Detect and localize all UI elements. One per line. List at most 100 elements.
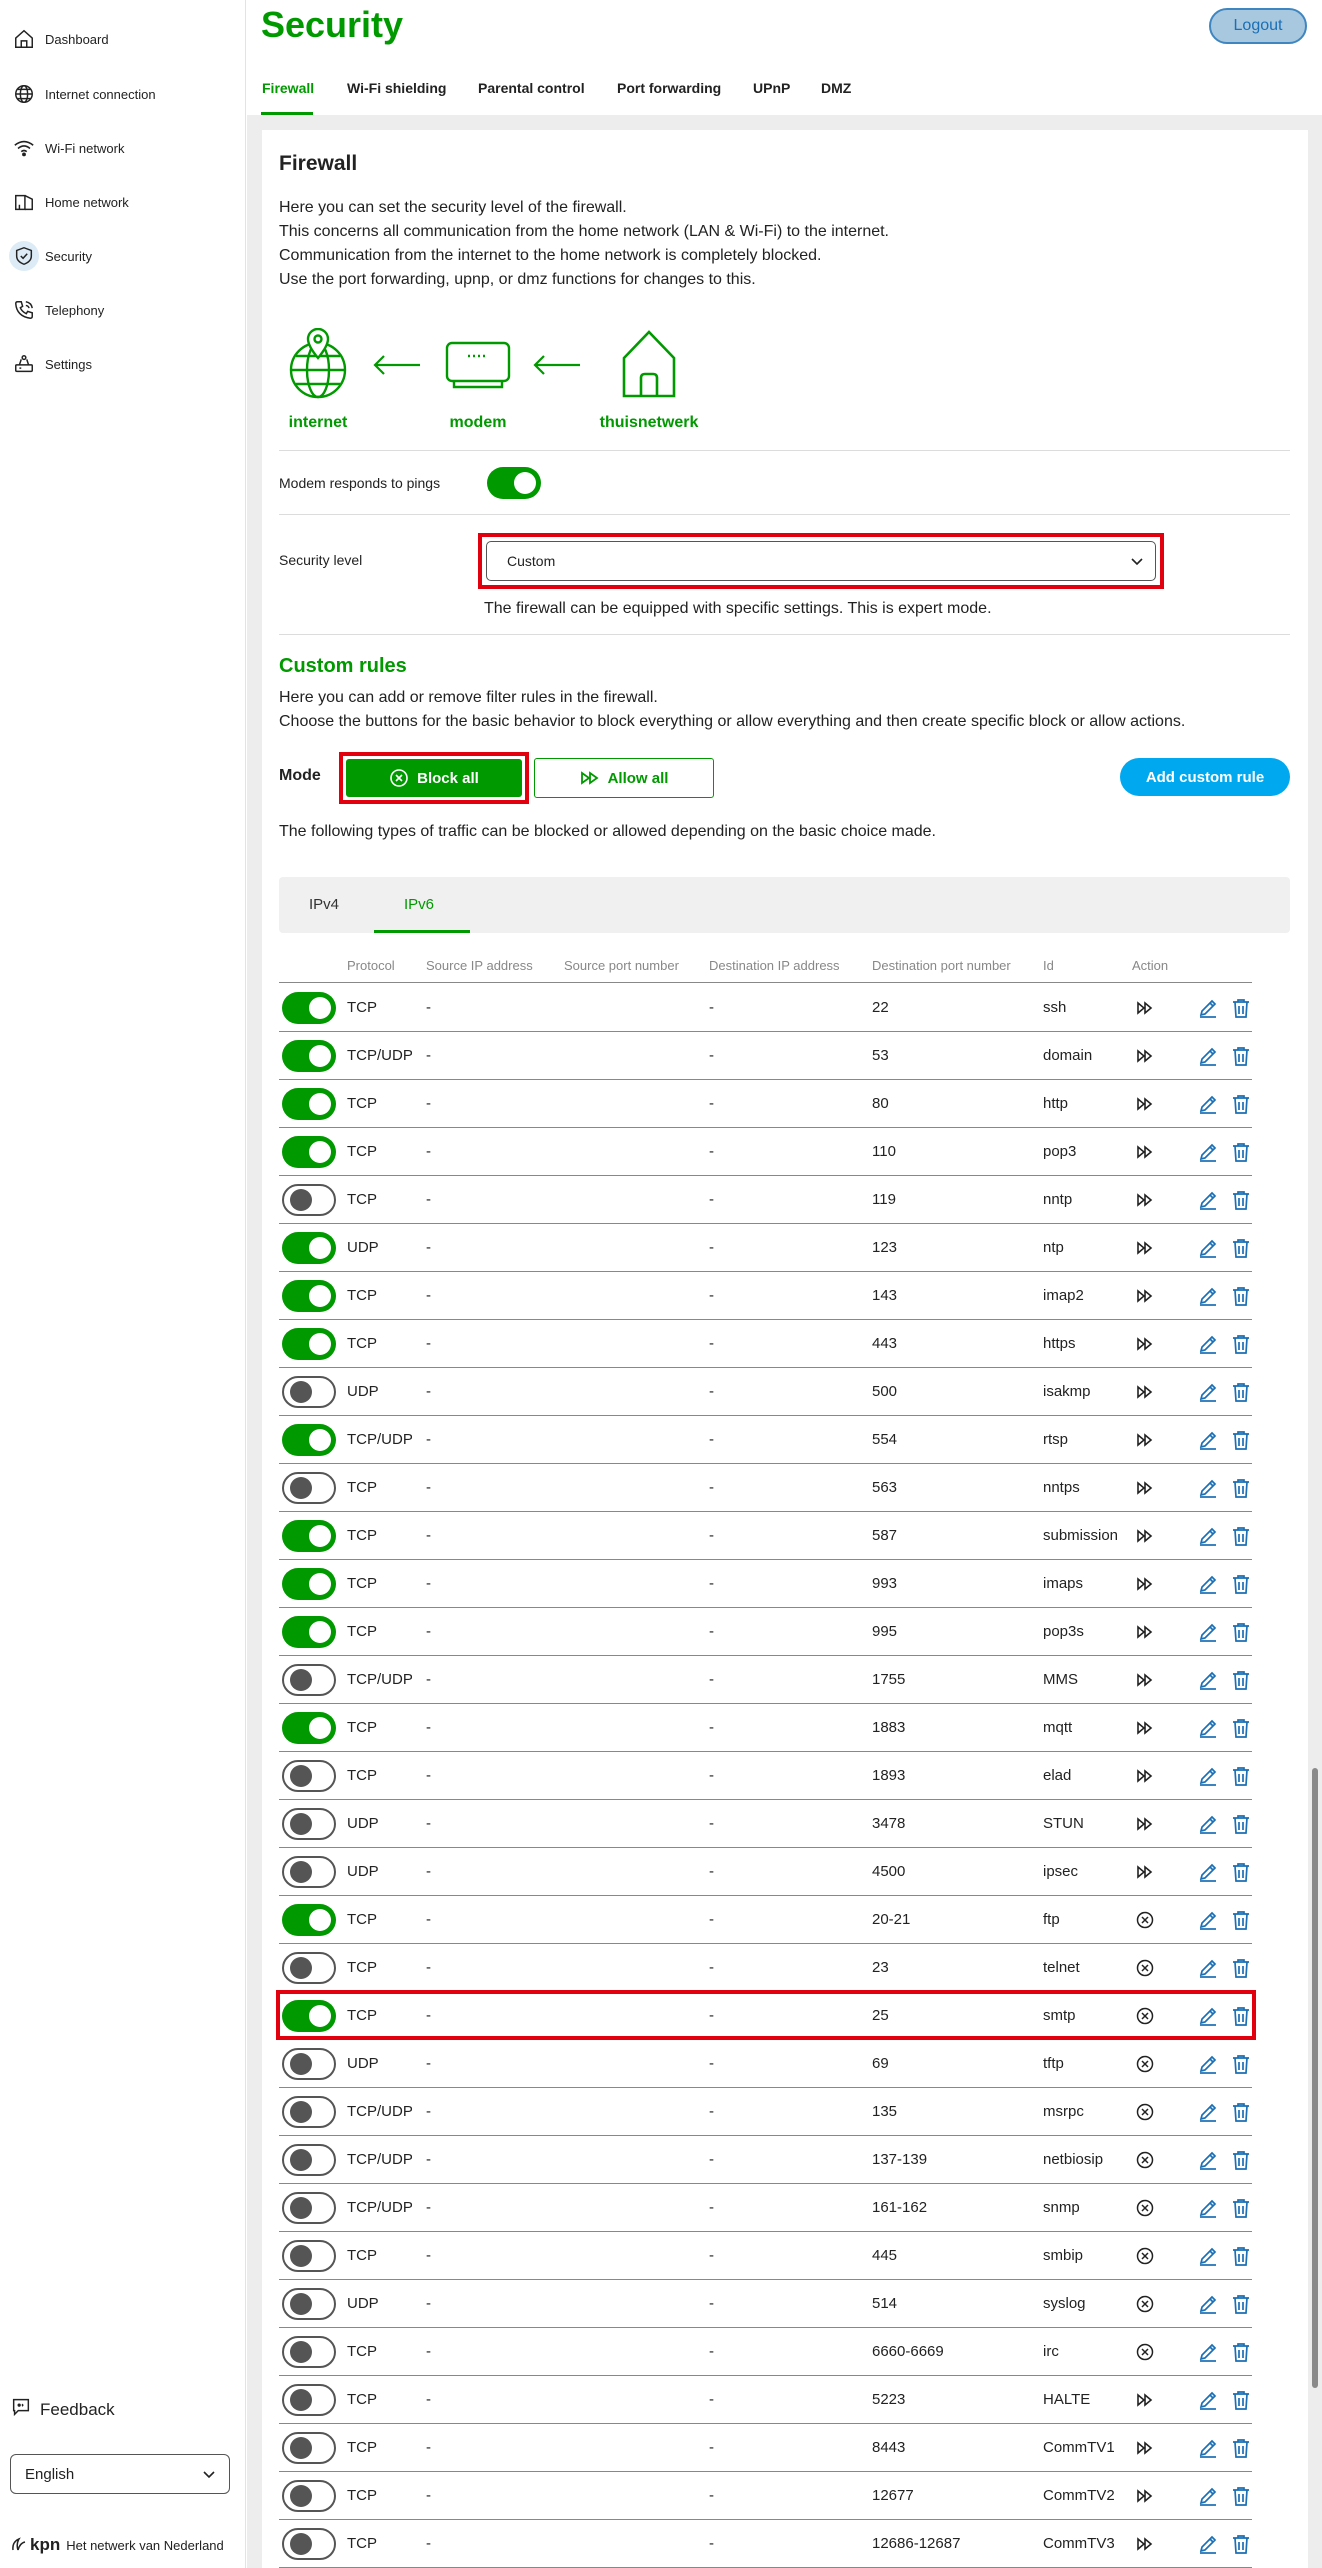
trash-icon[interactable] xyxy=(1232,2534,1250,2554)
edit-pencil-icon[interactable] xyxy=(1198,2534,1217,2554)
rule-toggle[interactable] xyxy=(282,992,336,1024)
trash-icon[interactable] xyxy=(1232,2486,1250,2506)
rule-toggle[interactable] xyxy=(282,1040,336,1072)
edit-pencil-icon[interactable] xyxy=(1198,1526,1217,1546)
edit-pencil-icon[interactable] xyxy=(1198,1862,1217,1882)
trash-icon[interactable] xyxy=(1232,998,1250,1018)
edit-pencil-icon[interactable] xyxy=(1198,2342,1217,2362)
edit-pencil-icon[interactable] xyxy=(1198,1382,1217,1402)
trash-icon[interactable] xyxy=(1232,1718,1250,1738)
feedback-button[interactable]: Feedback xyxy=(10,2396,115,2423)
ping-toggle[interactable] xyxy=(487,467,541,499)
sidebar-item-internet-connection[interactable]: Internet connection xyxy=(0,74,246,114)
trash-icon[interactable] xyxy=(1232,1862,1250,1882)
trash-icon[interactable] xyxy=(1232,1478,1250,1498)
rule-toggle[interactable] xyxy=(282,1664,336,1696)
edit-pencil-icon[interactable] xyxy=(1198,1094,1217,1114)
trash-icon[interactable] xyxy=(1232,2438,1250,2458)
scrollbar-thumb[interactable] xyxy=(1312,1768,1318,2388)
edit-pencil-icon[interactable] xyxy=(1198,1958,1217,1978)
edit-pencil-icon[interactable] xyxy=(1198,1574,1217,1594)
edit-pencil-icon[interactable] xyxy=(1198,2486,1217,2506)
rule-toggle[interactable] xyxy=(282,1520,336,1552)
rule-toggle[interactable] xyxy=(282,1808,336,1840)
edit-pencil-icon[interactable] xyxy=(1198,1718,1217,1738)
tab-wifi-shielding[interactable]: Wi-Fi shielding xyxy=(347,80,446,96)
language-select[interactable]: English xyxy=(10,2454,230,2494)
trash-icon[interactable] xyxy=(1232,1094,1250,1114)
rule-toggle[interactable] xyxy=(282,2480,336,2512)
trash-icon[interactable] xyxy=(1232,2294,1250,2314)
trash-icon[interactable] xyxy=(1232,1142,1250,1162)
trash-icon[interactable] xyxy=(1232,1814,1250,1834)
tab-parental-control[interactable]: Parental control xyxy=(478,80,585,96)
trash-icon[interactable] xyxy=(1232,1046,1250,1066)
trash-icon[interactable] xyxy=(1232,1286,1250,1306)
edit-pencil-icon[interactable] xyxy=(1198,1142,1217,1162)
rule-toggle[interactable] xyxy=(282,1328,336,1360)
tab-ipv4[interactable]: IPv4 xyxy=(309,896,339,913)
edit-pencil-icon[interactable] xyxy=(1198,1430,1217,1450)
tab-port-forwarding[interactable]: Port forwarding xyxy=(617,80,721,96)
edit-pencil-icon[interactable] xyxy=(1198,1478,1217,1498)
trash-icon[interactable] xyxy=(1232,1766,1250,1786)
rule-toggle[interactable] xyxy=(282,1856,336,1888)
tab-firewall[interactable]: Firewall xyxy=(262,80,314,96)
trash-icon[interactable] xyxy=(1232,1430,1250,1450)
add-custom-rule-button[interactable]: Add custom rule xyxy=(1120,758,1290,796)
edit-pencil-icon[interactable] xyxy=(1198,1238,1217,1258)
rule-toggle[interactable] xyxy=(282,1232,336,1264)
rule-toggle[interactable] xyxy=(282,1712,336,1744)
tab-upnp[interactable]: UPnP xyxy=(753,80,790,96)
sidebar-item-wifi-network[interactable]: Wi-Fi network xyxy=(0,128,246,168)
tab-ipv6[interactable]: IPv6 xyxy=(404,896,434,913)
rule-toggle[interactable] xyxy=(282,2336,336,2368)
trash-icon[interactable] xyxy=(1232,1574,1250,1594)
rule-toggle[interactable] xyxy=(282,1136,336,1168)
trash-icon[interactable] xyxy=(1232,2246,1250,2266)
rule-toggle[interactable] xyxy=(282,2384,336,2416)
edit-pencil-icon[interactable] xyxy=(1198,1670,1217,1690)
rule-toggle[interactable] xyxy=(282,1568,336,1600)
rule-toggle[interactable] xyxy=(282,2240,336,2272)
edit-pencil-icon[interactable] xyxy=(1198,998,1217,1018)
trash-icon[interactable] xyxy=(1232,2054,1250,2074)
edit-pencil-icon[interactable] xyxy=(1198,1814,1217,1834)
rule-toggle[interactable] xyxy=(282,2048,336,2080)
sidebar-item-telephony[interactable]: Telephony xyxy=(0,290,246,330)
tab-dmz[interactable]: DMZ xyxy=(821,80,851,96)
trash-icon[interactable] xyxy=(1232,1382,1250,1402)
edit-pencil-icon[interactable] xyxy=(1198,1622,1217,1642)
rule-toggle[interactable] xyxy=(282,1472,336,1504)
allow-all-button[interactable]: Allow all xyxy=(534,758,714,798)
logout-button[interactable]: Logout xyxy=(1209,8,1307,44)
rule-toggle[interactable] xyxy=(282,1760,336,1792)
trash-icon[interactable] xyxy=(1232,1526,1250,1546)
edit-pencil-icon[interactable] xyxy=(1198,2102,1217,2122)
rule-toggle[interactable] xyxy=(282,1952,336,1984)
trash-icon[interactable] xyxy=(1232,2102,1250,2122)
edit-pencil-icon[interactable] xyxy=(1198,1046,1217,1066)
rule-toggle[interactable] xyxy=(282,1424,336,1456)
trash-icon[interactable] xyxy=(1232,1238,1250,1258)
rule-toggle[interactable] xyxy=(282,2288,336,2320)
edit-pencil-icon[interactable] xyxy=(1198,2246,1217,2266)
rule-toggle[interactable] xyxy=(282,2096,336,2128)
edit-pencil-icon[interactable] xyxy=(1198,2438,1217,2458)
rule-toggle[interactable] xyxy=(282,1280,336,1312)
trash-icon[interactable] xyxy=(1232,1622,1250,1642)
security-level-select[interactable]: Custom xyxy=(486,541,1156,581)
trash-icon[interactable] xyxy=(1232,1670,1250,1690)
rule-toggle[interactable] xyxy=(282,2432,336,2464)
edit-pencil-icon[interactable] xyxy=(1198,1766,1217,1786)
trash-icon[interactable] xyxy=(1232,2150,1250,2170)
trash-icon[interactable] xyxy=(1232,2342,1250,2362)
trash-icon[interactable] xyxy=(1232,1958,1250,1978)
trash-icon[interactable] xyxy=(1232,1910,1250,1930)
rule-toggle[interactable] xyxy=(282,2144,336,2176)
rule-toggle[interactable] xyxy=(282,1184,336,1216)
rule-toggle[interactable] xyxy=(282,1616,336,1648)
block-all-button[interactable]: Block all xyxy=(346,759,522,797)
edit-pencil-icon[interactable] xyxy=(1198,2294,1217,2314)
edit-pencil-icon[interactable] xyxy=(1198,2198,1217,2218)
